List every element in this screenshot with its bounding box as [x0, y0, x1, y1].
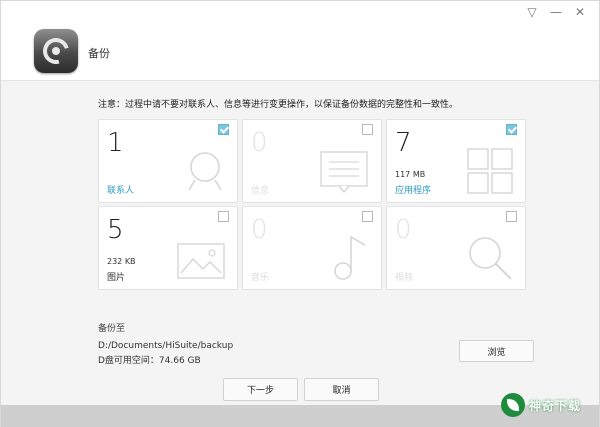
- tile-count: 7: [395, 128, 412, 158]
- tile-checkbox[interactable]: [506, 124, 517, 135]
- backup-content: 注意：过程中请不要对联系人、信息等进行变更操作，以保证备份数据的完整性和一致性。…: [1, 82, 599, 405]
- free-space-text: D盘可用空间：74.66 GB: [98, 356, 201, 366]
- tile-apps[interactable]: 7 117 MB 应用程序: [386, 119, 526, 203]
- picture-icon: [177, 243, 225, 279]
- close-icon[interactable]: ✕: [573, 5, 587, 19]
- tile-label: 信息: [251, 186, 270, 196]
- browse-button[interactable]: 浏览: [459, 340, 534, 362]
- tile-count: 1: [107, 128, 124, 158]
- tile-count: 0: [395, 215, 412, 245]
- tile-checkbox[interactable]: [362, 211, 373, 222]
- tile-label: 应用程序: [395, 186, 432, 196]
- search-icon: [469, 237, 512, 280]
- tile-checkbox[interactable]: [362, 124, 373, 135]
- tile-video[interactable]: 0 视频: [386, 206, 526, 290]
- tile-label: 音乐: [251, 273, 270, 283]
- window-title: 备份: [88, 47, 110, 60]
- apps-grid-icon: [467, 148, 513, 194]
- tile-checkbox[interactable]: [218, 211, 229, 222]
- dropdown-menu-icon[interactable]: ▽: [525, 5, 539, 19]
- message-icon: [320, 151, 368, 194]
- backup-window: 备份 ▽ — ✕ 注意：过程中请不要对联系人、信息等进行变更操作，以保证备份数据…: [0, 0, 600, 427]
- backup-path: D:/Documents/HiSuite/backup: [98, 341, 234, 351]
- tile-pictures[interactable]: 5 232 KB 图片: [98, 206, 238, 290]
- tile-label: 联系人: [107, 186, 135, 196]
- backup-notice: 注意：过程中请不要对联系人、信息等进行变更操作，以保证备份数据的完整性和一致性。: [98, 100, 459, 110]
- person-icon: [188, 152, 222, 191]
- tile-checkbox[interactable]: [218, 124, 229, 135]
- site-watermark: 神奇下载: [501, 387, 591, 423]
- cancel-button[interactable]: 取消: [304, 378, 379, 401]
- backup-to-label: 备份至: [98, 324, 126, 334]
- tile-count: 0: [251, 215, 268, 245]
- tile-count: 0: [251, 128, 268, 158]
- tile-count: 5: [107, 215, 124, 245]
- backup-category-grid: 1 联系人 0 信息 7 117 MB 应用程序 5 232 KB 图片 0 音…: [98, 119, 526, 290]
- window-header: 备份 ▽ — ✕: [1, 1, 599, 81]
- tile-label: 视频: [395, 273, 414, 283]
- window-controls: ▽ — ✕: [525, 5, 587, 19]
- tile-label: 图片: [107, 273, 126, 283]
- backup-app-icon: [34, 29, 78, 73]
- tile-size: 117 MB: [395, 170, 426, 179]
- music-note-icon: [334, 235, 366, 280]
- tile-contacts[interactable]: 1 联系人: [98, 119, 238, 203]
- tile-messages[interactable]: 0 信息: [242, 119, 382, 203]
- tile-music[interactable]: 0 音乐: [242, 206, 382, 290]
- minimize-icon[interactable]: —: [549, 5, 563, 19]
- next-button[interactable]: 下一步: [223, 378, 298, 401]
- watermark-text: 神奇下载: [529, 399, 582, 413]
- leaf-logo-icon: [501, 393, 525, 417]
- tile-size: 232 KB: [107, 257, 136, 266]
- tile-checkbox[interactable]: [506, 211, 517, 222]
